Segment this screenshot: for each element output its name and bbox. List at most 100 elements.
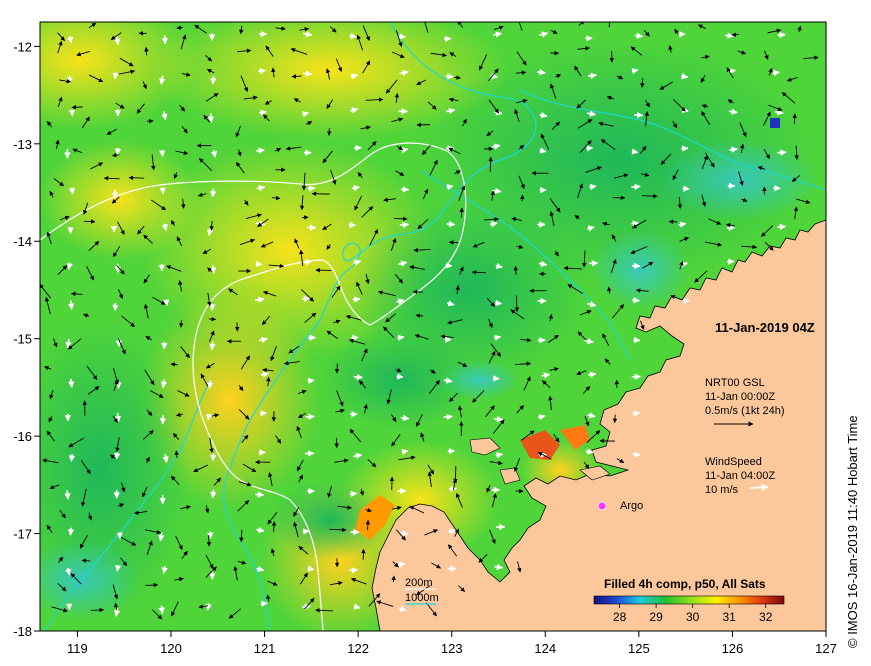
wind-arrow [493,415,504,423]
colorbar-title: Filled 4h comp, p50, All Sats [604,577,766,591]
wind-arrow [447,565,457,573]
latitude-tick-label: -16 [13,429,32,444]
sst-blob [40,140,200,260]
argo-label: Argo [620,500,643,512]
wind-arrow [307,185,316,192]
wind-arrow [206,380,214,389]
plot-area [40,22,826,631]
current-arrow [90,607,105,613]
wind-arrow [349,567,359,574]
wind-arrow [303,70,313,77]
wind-arrow [307,565,315,572]
wind-legend-name: WindSpeed [705,456,762,468]
latitude-tick-label: -14 [13,234,32,249]
wind-arrow [255,296,265,303]
colorbar-gradient [593,595,785,605]
longitude-tick-label: 124 [534,641,556,656]
wind-arrow [205,603,212,611]
current-arrow [365,519,371,531]
colorbar-tick-label: 28 [613,610,627,624]
wind-arrow [634,32,644,39]
wind-arrow [353,144,362,152]
currents-legend-scale: 0.5m/s (1kt 24h) [705,405,784,417]
wind-arrow [66,262,73,270]
wind-arrow [681,72,689,80]
wind-arrow [114,412,122,423]
wind-arrow [728,108,738,115]
current-arrow [391,575,396,582]
wind-arrow [492,375,500,382]
wind-arrow [445,262,453,269]
currents-legend-name: NRT00 GSL [705,377,765,389]
wind-arrow [729,146,738,153]
wind-arrow [634,111,644,119]
wind-arrow [68,187,76,195]
wind-arrow [260,600,268,607]
wind-arrow [396,373,404,380]
latitude-tick-label: -17 [13,527,32,542]
wind-arrow [210,489,217,499]
wind-arrow [162,299,170,307]
wind-arrow [258,67,267,75]
current-arrow [448,240,459,245]
wind-legend-time: 11-Jan 04:00Z [705,470,775,482]
wind-arrow [537,337,546,344]
current-arrow [514,295,520,313]
wind-arrow [495,299,502,307]
wind-arrow [537,68,546,76]
longitude-tick-label: 127 [815,641,837,656]
wind-arrow [777,223,787,231]
wind-arrow [353,373,364,381]
latitude-tick-label: -13 [13,137,32,152]
current-arrow [71,105,83,110]
wind-arrow [349,490,358,498]
wind-arrow [209,265,217,274]
wind-arrow [210,453,217,462]
current-arrow [642,193,658,199]
wind-arrow [259,109,267,116]
current-arrow [454,75,461,80]
current-arrow [459,207,464,218]
wind-arrow [632,451,641,458]
wind-arrow [446,220,456,228]
latitude-tick-label: -12 [13,39,32,54]
colorbar-tick-label: 30 [686,610,700,624]
wind-arrow [67,527,75,536]
longitude-axis: 119 120 121 122 123 124 125 126 127 [67,631,837,656]
wind-arrow [112,72,119,80]
latitude-axis: -12 -13 -14 -15 -16 -17 -18 [13,39,40,639]
wind-arrow [256,147,265,154]
isobath-200-label: 200m [405,577,433,589]
current-arrow [612,414,618,424]
wind-arrow [307,377,315,385]
current-arrow [513,265,519,275]
wind-legend-scale: 10 m/s [705,484,739,496]
wind-arrow [444,336,452,344]
wind-arrow [255,491,265,498]
wind-arrow [209,341,216,351]
wind-arrow [68,109,75,117]
wind-arrow [159,415,167,425]
argo-float-marker [597,501,607,511]
wind-arrow [207,113,215,123]
wind-arrow [443,413,453,421]
isobath-1000-label: 1000m [405,592,439,604]
sst-blob [40,540,140,620]
wind-arrow [68,453,76,462]
latitude-tick-label: -18 [13,624,32,639]
wind-arrow [447,528,456,535]
colorbar-tick-label: 29 [649,610,663,624]
credit-text: © IMOS 16-Jan-2019 11:40 Hobart Time [845,415,860,648]
latitude-tick-label: -15 [13,332,32,347]
wind-arrow [210,188,217,198]
longitude-tick-label: 123 [441,641,463,656]
current-arrow [393,216,408,222]
wind-arrow [398,33,406,40]
wind-arrow [399,221,410,229]
current-arrow [334,363,340,374]
wind-legend-arrow [749,483,769,491]
wind-arrow [587,72,598,80]
longitude-tick-label: 121 [254,641,276,656]
sst-map: 119 120 121 122 123 124 125 126 127 -12 -13 -14 -15… [13,21,837,656]
wind-arrow [301,295,311,303]
